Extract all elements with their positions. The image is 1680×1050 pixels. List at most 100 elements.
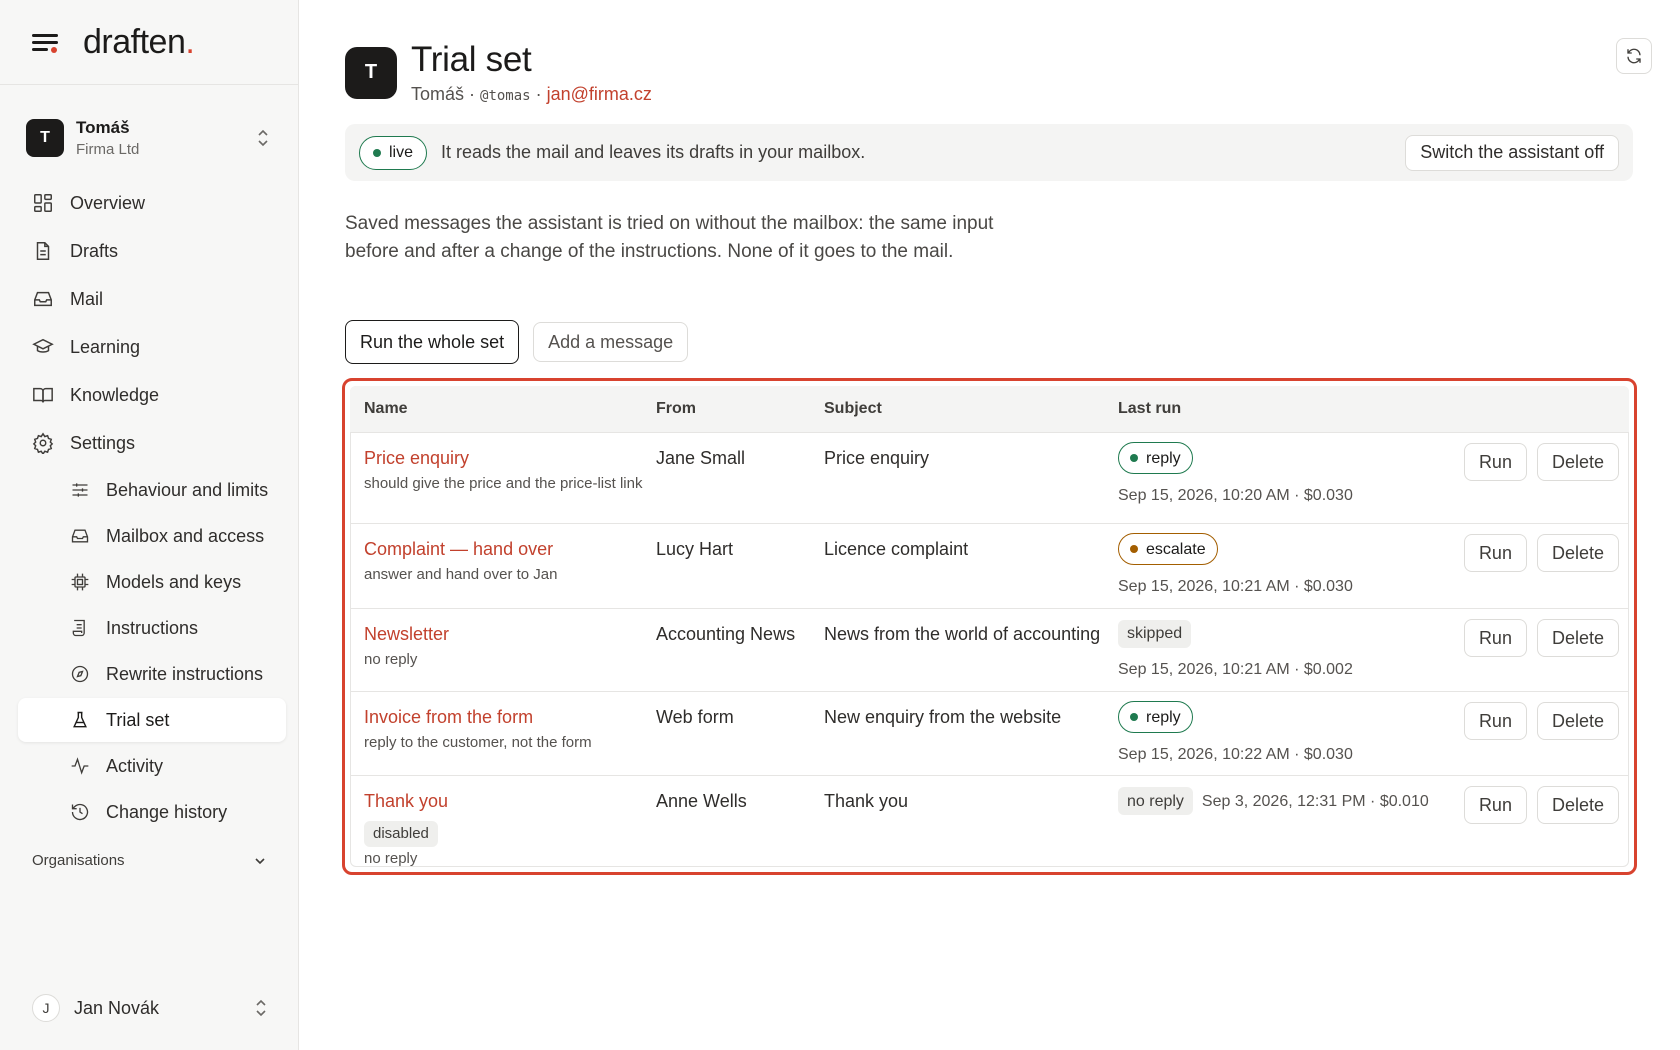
delete-button[interactable]: Delete	[1536, 702, 1619, 740]
sidebar-item-activity[interactable]: Activity	[18, 744, 286, 788]
chip-icon	[71, 573, 89, 591]
sidebar-item-label: Trial set	[106, 709, 170, 730]
message-from: Jane Small	[656, 448, 746, 468]
message-subject: News from the world of accounting	[824, 624, 1101, 644]
sidebar-item-label: Rewrite instructions	[106, 663, 264, 684]
scroll-text-icon	[72, 619, 85, 637]
table-row: Thank you disabled no reply Anne Wells T…	[350, 776, 1629, 867]
sidebar-item-overview[interactable]: Overview	[18, 180, 286, 226]
message-note: answer and hand over to Jan	[364, 566, 558, 583]
page-description: Saved messages the assistant is tried on…	[345, 213, 994, 262]
disabled-badge: disabled	[364, 821, 438, 847]
sidebar-item-knowledge[interactable]: Knowledge	[18, 372, 286, 418]
message-from: Web form	[656, 707, 734, 727]
logo-row: draften.	[0, 0, 298, 85]
run-button[interactable]: Run	[1463, 619, 1527, 657]
page-title: Trial set	[411, 40, 532, 79]
menu-icon[interactable]	[32, 32, 59, 53]
account-avatar: T	[26, 119, 64, 157]
sidebar-item-label: Drafts	[70, 240, 119, 261]
run-button[interactable]: Run	[1463, 786, 1527, 824]
last-run-meta: Sep 15, 2026, 10:20 AM · $0.030	[1118, 487, 1353, 504]
chevron-down-icon	[255, 857, 265, 864]
assistant-status-banner: live It reads the mail and leaves its dr…	[345, 124, 1633, 181]
chevron-updown-icon	[256, 128, 270, 148]
sidebar-item-rewrite[interactable]: Rewrite instructions	[18, 652, 286, 696]
switch-assistant-off-button[interactable]: Switch the assistant off	[1405, 134, 1619, 171]
sidebar-item-label: Change history	[106, 801, 228, 822]
message-name-link[interactable]: Price enquiry	[364, 445, 656, 472]
history-icon	[71, 803, 89, 821]
action-bar: Run the whole set Add a message	[345, 320, 689, 364]
delete-button[interactable]: Delete	[1536, 534, 1619, 572]
trial-set-table-frame: Name From Subject Last run Price enquiry…	[342, 378, 1637, 875]
sidebar-item-trial-set[interactable]: Trial set	[18, 698, 286, 742]
compass-icon	[71, 665, 89, 683]
column-header-last-run: Last run	[1118, 400, 1182, 417]
delete-button[interactable]: Delete	[1536, 443, 1619, 481]
message-note: no reply	[364, 651, 418, 668]
brand-logo[interactable]: draften.	[83, 23, 195, 62]
status-badge: no reply	[1118, 787, 1193, 815]
sidebar-item-behaviour[interactable]: Behaviour and limits	[18, 468, 286, 512]
sidebar-item-settings[interactable]: Settings	[18, 420, 286, 466]
message-subject: New enquiry from the website	[824, 707, 1062, 727]
owner-email-link[interactable]: jan@firma.cz	[547, 84, 652, 104]
message-name-link[interactable]: Complaint — hand over	[364, 536, 656, 563]
refresh-button[interactable]	[1616, 38, 1652, 74]
refresh-icon	[1627, 48, 1641, 64]
column-header-subject: Subject	[824, 400, 882, 417]
table-row: Price enquiry should give the price and …	[350, 433, 1629, 524]
sidebar-item-label: Activity	[106, 755, 164, 776]
book-open-icon	[33, 387, 53, 403]
activity-icon	[71, 757, 89, 775]
run-button[interactable]: Run	[1463, 534, 1527, 572]
sidebar-item-label: Mailbox and access	[106, 525, 265, 546]
sidebar-item-models[interactable]: Models and keys	[18, 560, 286, 604]
table-row: Invoice from the form reply to the custo…	[350, 692, 1629, 776]
sidebar-item-mailbox[interactable]: Mailbox and access	[18, 514, 286, 558]
sidebar-item-drafts[interactable]: Drafts	[18, 228, 286, 274]
live-status-badge: live	[359, 135, 428, 170]
sidebar-item-learning[interactable]: Learning	[18, 324, 286, 370]
status-badge: escalate	[1118, 533, 1218, 565]
owner-handle: @tomas	[480, 88, 531, 104]
run-button[interactable]: Run	[1463, 702, 1527, 740]
sidebar-item-instructions[interactable]: Instructions	[18, 606, 286, 650]
message-note: should give the price and the price-list…	[364, 475, 643, 492]
gear-icon	[32, 432, 54, 454]
message-name-link[interactable]: Thank you	[364, 788, 656, 815]
message-name-link[interactable]: Invoice from the form	[364, 704, 656, 731]
delete-button[interactable]: Delete	[1536, 619, 1619, 657]
sidebar-item-label: Mail	[70, 288, 104, 309]
user-avatar: J	[32, 994, 60, 1022]
sidebar-item-mail[interactable]: Mail	[18, 276, 286, 322]
message-from: Lucy Hart	[656, 539, 734, 559]
inbox-icon	[71, 529, 89, 543]
message-name-link[interactable]: Newsletter	[364, 621, 656, 648]
message-subject: Thank you	[824, 791, 909, 811]
status-badge: skipped	[1118, 619, 1192, 648]
status-badge: reply	[1118, 701, 1193, 733]
trial-set-table: Name From Subject Last run Price enquiry…	[350, 386, 1629, 867]
chevron-updown-icon	[256, 999, 266, 1017]
message-from: Accounting News	[656, 624, 796, 644]
delete-button[interactable]: Delete	[1536, 786, 1619, 824]
sidebar-nav: Overview Drafts Mail Learning Knowledge …	[18, 180, 286, 836]
page-subline: Tomáš · @tomas · jan@firma.cz	[411, 84, 652, 104]
status-badge: reply	[1118, 442, 1193, 474]
sidebar: draften. T Tomáš Firma Ltd Overview Draf…	[0, 0, 299, 1050]
run-button[interactable]: Run	[1463, 443, 1527, 481]
message-note: no reply	[364, 850, 418, 867]
owner-name: Tomáš	[411, 84, 465, 104]
sidebar-item-change-history[interactable]: Change history	[18, 790, 286, 834]
add-message-button[interactable]: Add a message	[533, 322, 689, 362]
message-note: reply to the customer, not the form	[364, 734, 592, 751]
organisations-label: Organisations	[32, 852, 125, 869]
account-switcher[interactable]: T Tomáš Firma Ltd	[26, 113, 276, 163]
banner-text: It reads the mail and leaves its drafts …	[441, 142, 866, 162]
last-run-meta: Sep 15, 2026, 10:22 AM · $0.030	[1118, 746, 1353, 763]
run-whole-set-button[interactable]: Run the whole set	[345, 320, 520, 364]
user-menu[interactable]: J Jan Novák	[32, 992, 267, 1024]
organisations-toggle[interactable]: Organisations	[32, 852, 267, 869]
